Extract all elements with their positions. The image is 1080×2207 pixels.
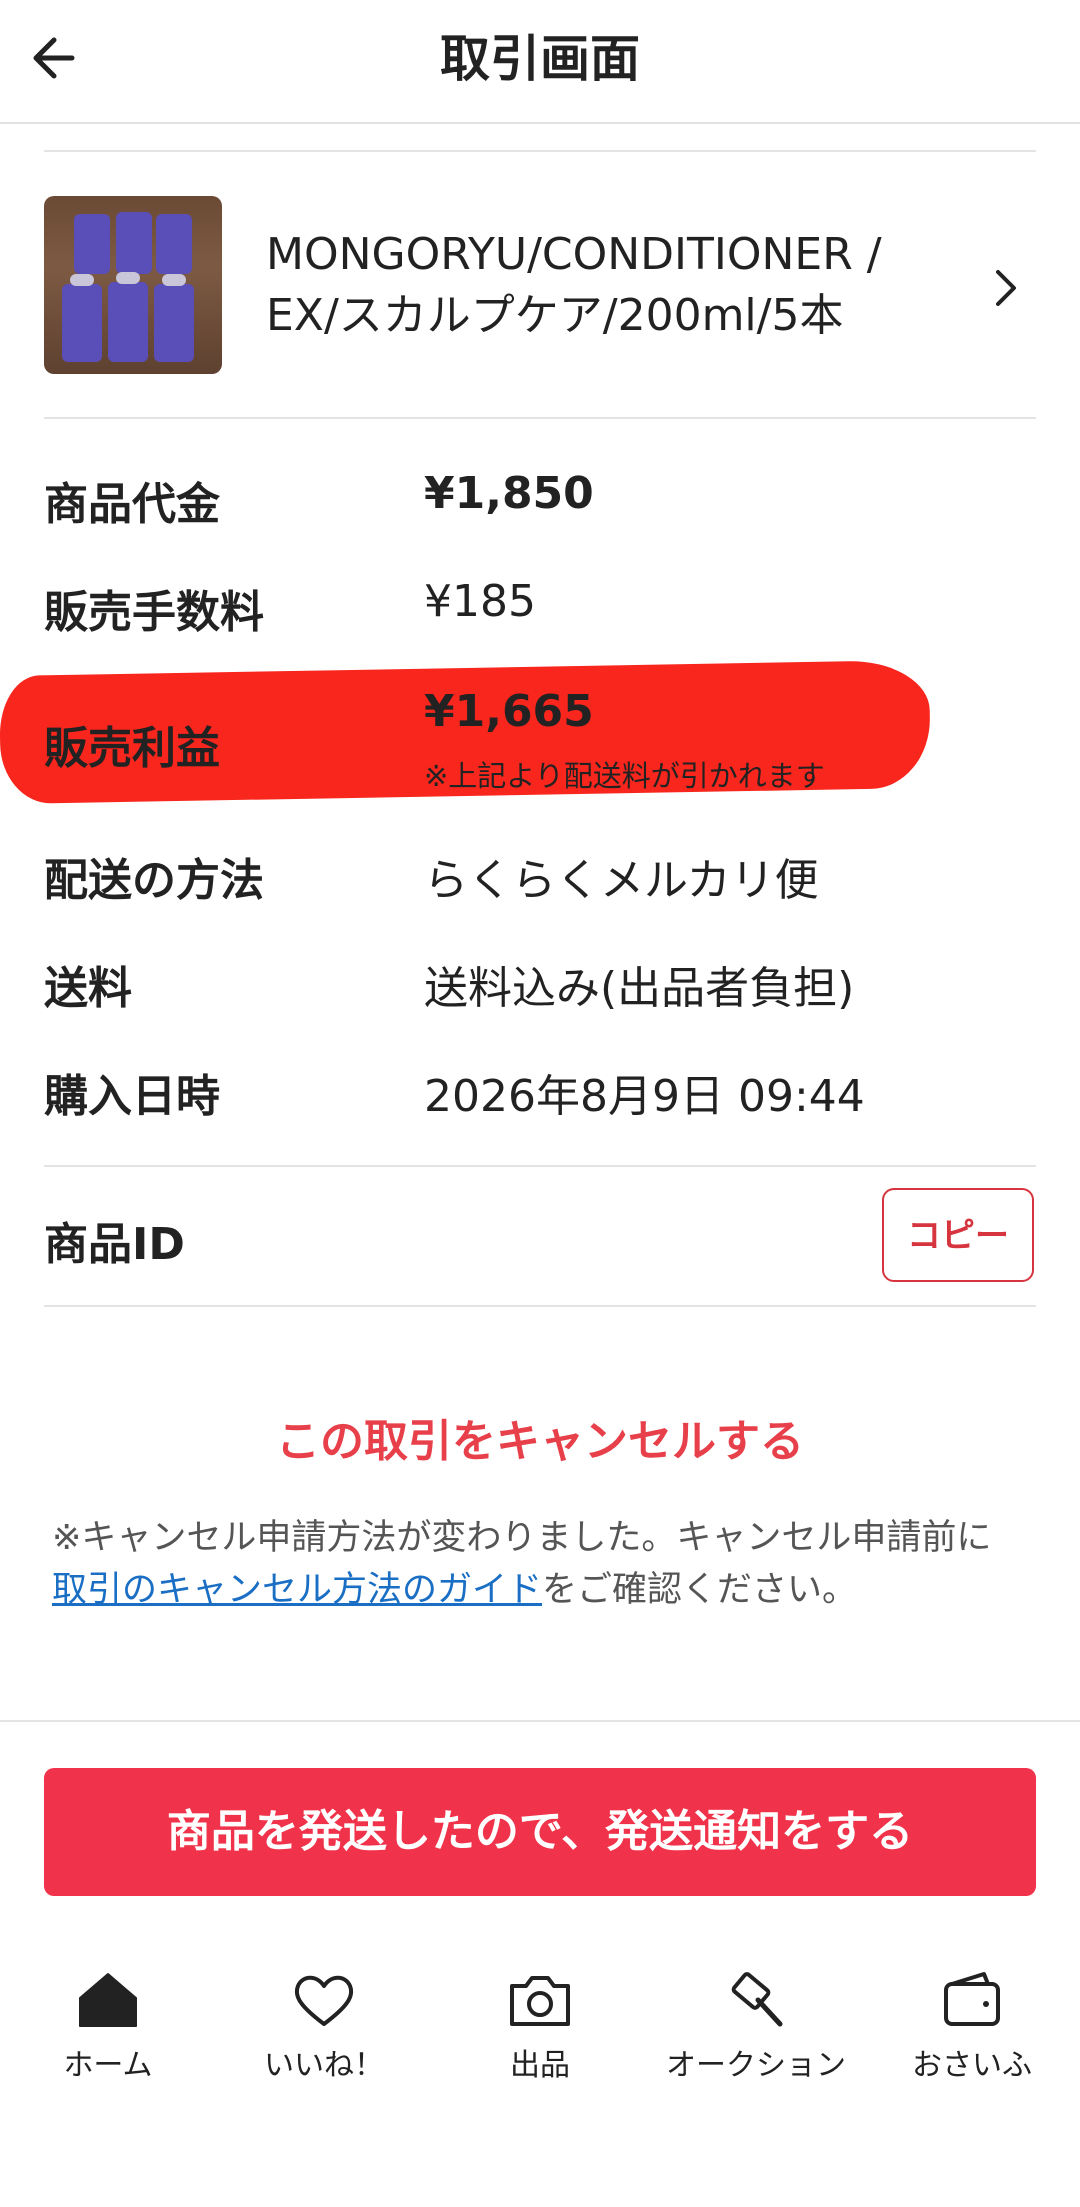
gavel-icon bbox=[731, 1972, 783, 2027]
chevron-right-icon bbox=[986, 258, 1026, 318]
wallet-icon bbox=[944, 1972, 1000, 2026]
tab-home[interactable]: ホーム bbox=[0, 1970, 216, 2110]
tab-label: ホーム bbox=[63, 2048, 153, 2083]
tab-sell[interactable]: 出品 bbox=[432, 1970, 648, 2110]
tab-label: おさいふ bbox=[912, 2048, 1032, 2083]
tab-label: 出品 bbox=[510, 2048, 570, 2083]
fee-label: 販売手数料 bbox=[44, 587, 264, 638]
profit-note: ※上記より配送料が引かれます bbox=[424, 759, 825, 793]
camera-icon bbox=[510, 1976, 570, 2026]
profit-value: ¥1,665 bbox=[424, 686, 594, 737]
product-row[interactable]: MONGORYU/CONDITIONER / EX/スカルプケア/200ml/5… bbox=[44, 196, 1036, 376]
fee-value: ¥185 bbox=[424, 576, 536, 627]
tab-label: オークション bbox=[666, 2048, 846, 2083]
price-label: 商品代金 bbox=[44, 479, 220, 530]
copy-button[interactable]: コピー bbox=[882, 1188, 1034, 1282]
tab-likes[interactable]: いいね！ bbox=[216, 1970, 432, 2110]
bottom-tab-bar: ホーム いいね！ 出品 オークション おさいふ bbox=[0, 1950, 1080, 2110]
tab-wallet[interactable]: おさいふ bbox=[864, 1970, 1080, 2110]
heart-icon bbox=[294, 1975, 354, 2026]
cancel-note: ※キャンセル申請方法が変わりました。キャンセル申請前に 取引のキャンセル方法のガイ… bbox=[52, 1518, 992, 1610]
purchase-date-label: 購入日時 bbox=[44, 1071, 220, 1122]
divider bbox=[44, 1305, 1036, 1307]
page-title: 取引画面 bbox=[440, 30, 640, 88]
shipping-fee-label: 送料 bbox=[44, 963, 132, 1014]
price-value: ¥1,850 bbox=[424, 468, 594, 519]
divider bbox=[0, 1720, 1080, 1722]
cancel-transaction-link[interactable]: この取引をキャンセルする bbox=[0, 1405, 1080, 1469]
product-name: MONGORYU/CONDITIONER / EX/スカルプケア/200ml/5… bbox=[266, 229, 882, 341]
purchase-date-value: 2026年8月9日 09:44 bbox=[424, 1071, 865, 1122]
product-thumbnail bbox=[44, 196, 222, 374]
tab-label: いいね！ bbox=[264, 2048, 384, 2083]
header: 取引画面 bbox=[0, 0, 1080, 124]
divider bbox=[44, 417, 1036, 419]
shipping-method-label: 配送の方法 bbox=[44, 855, 264, 906]
divider bbox=[44, 150, 1036, 152]
product-id-label: 商品ID bbox=[44, 1219, 185, 1270]
tab-auction[interactable]: オークション bbox=[648, 1970, 864, 2110]
cancel-guide-link[interactable]: 取引のキャンセル方法のガイド bbox=[52, 1570, 542, 1610]
shipping-fee-value: 送料込み(出品者負担) bbox=[424, 963, 855, 1014]
shipping-notification-button[interactable]: 商品を発送したので、発送通知をする bbox=[44, 1768, 1036, 1896]
home-icon bbox=[79, 1973, 137, 2027]
profit-label: 販売利益 bbox=[44, 723, 220, 774]
divider bbox=[44, 1165, 1036, 1167]
shipping-method-value: らくらくメルカリ便 bbox=[424, 855, 819, 906]
